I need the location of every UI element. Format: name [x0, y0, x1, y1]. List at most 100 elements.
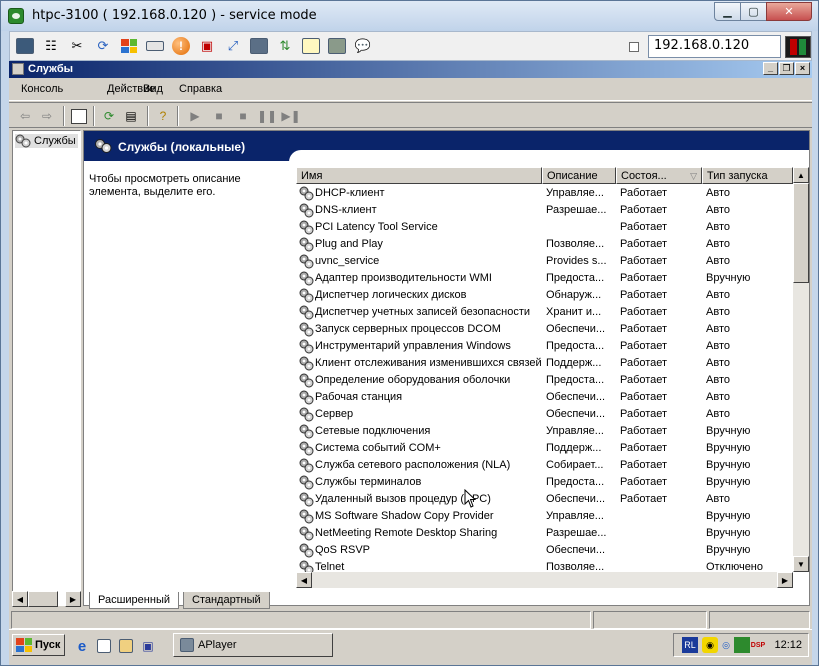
tools-icon[interactable]: ✂ — [66, 36, 88, 56]
service-row[interactable]: Система событий COM+ Поддерж... Работает Вр… — [296, 440, 793, 457]
service-name: Сетевые подключения — [315, 425, 431, 437]
service-name: Сервер — [315, 408, 354, 420]
service-row[interactable]: Инструментарий управления Windows Предост… — [296, 338, 793, 355]
service-row[interactable]: Plug and Play Позволяе... Работает Авто — [296, 236, 793, 253]
service-row[interactable]: MS Software Shadow Copy Provider Управляе… — [296, 508, 793, 525]
menu-console[interactable]: Консоль — [21, 83, 63, 95]
horizontal-scrollbar[interactable]: ◀ ▶ — [296, 572, 793, 588]
export-list-icon[interactable]: ▤ — [123, 108, 139, 124]
menu-view[interactable]: Вид — [143, 83, 163, 95]
column-header-startup[interactable]: Тип запуска — [702, 167, 793, 184]
fullscreen-icon[interactable]: ⤢ — [222, 36, 244, 56]
keyboard-icon[interactable] — [144, 36, 166, 56]
mmc-close-button[interactable]: × — [795, 62, 810, 75]
stop-service-icon[interactable]: ■ — [235, 108, 251, 124]
tree-pane[interactable]: Службы — [12, 130, 81, 606]
tree-item-services[interactable]: Службы — [15, 134, 78, 148]
scroll-left-icon[interactable]: ◀ — [296, 572, 312, 588]
pause-service-icon[interactable]: ❚❚ — [257, 108, 277, 124]
scroll-thumb[interactable] — [28, 591, 58, 607]
service-gear-icon — [299, 492, 314, 507]
service-row[interactable]: Удаленный вызов процедур (RPC) Обеспечи..… — [296, 491, 793, 508]
service-status: Работает — [620, 357, 668, 369]
service-name: Определение оборудования оболочки — [315, 374, 511, 386]
service-row[interactable]: uvnc_service Provides s... Работает Авто — [296, 253, 793, 270]
start-button[interactable]: Пуск — [12, 634, 65, 656]
volume-icon[interactable]: ◉ — [702, 637, 718, 653]
monitor-icon[interactable] — [14, 36, 36, 56]
scroll-thumb[interactable] — [793, 183, 809, 283]
remote-desktop[interactable]: Службы _ ❐ × Консоль Действие Вид Справк… — [9, 61, 812, 665]
show-tree-icon[interactable] — [71, 108, 87, 124]
floppy-save-icon[interactable]: ▣ — [139, 637, 157, 655]
scroll-left-icon[interactable]: ◀ — [12, 591, 28, 607]
notepad-icon[interactable] — [95, 637, 113, 655]
column-header-name[interactable]: Имя — [296, 167, 542, 184]
windows-icon[interactable] — [118, 36, 140, 56]
monitor-tray-icon[interactable] — [734, 637, 750, 653]
service-row[interactable]: DHCP-клиент Управляе... Работает Авто — [296, 185, 793, 202]
vnc-titlebar[interactable]: htpc-3100 ( 192.168.0.120 ) - service mo… — [1, 1, 818, 31]
mmc-restore-button[interactable]: ❐ — [779, 62, 794, 75]
language-indicator[interactable]: RL — [682, 637, 698, 653]
minimize-button[interactable]: ▁ — [714, 2, 741, 21]
mmc-titlebar[interactable]: Службы _ ❐ × — [9, 61, 812, 78]
service-row[interactable]: Клиент отслеживания изменившихся связей П… — [296, 355, 793, 372]
stop-service-icon[interactable]: ■ — [211, 108, 227, 124]
vertical-scrollbar[interactable]: ▲ ▼ — [793, 167, 809, 572]
internet-explorer-icon[interactable]: e — [73, 637, 91, 655]
service-row[interactable]: PCI Latency Tool Service Работает Авто — [296, 219, 793, 236]
mmc-window-controls: _ ❐ × — [763, 62, 810, 75]
transfer-icon[interactable]: ⇅ — [274, 36, 296, 56]
refresh-icon[interactable]: ⟳ — [92, 36, 114, 56]
scroll-up-icon[interactable]: ▲ — [793, 167, 809, 183]
host-checkbox[interactable] — [629, 42, 639, 52]
service-name: Инструментарий управления Windows — [315, 340, 511, 352]
service-row[interactable]: Запуск серверных процессов DCOM Обеспечи.… — [296, 321, 793, 338]
tab-extended[interactable]: Расширенный — [89, 592, 179, 609]
menu-help[interactable]: Справка — [179, 83, 222, 95]
service-row[interactable]: Службы терминалов Предоста... Работает Вруч… — [296, 474, 793, 491]
service-row[interactable]: Определение оборудования оболочки Предост… — [296, 372, 793, 389]
column-header-description[interactable]: Описание — [542, 167, 616, 184]
service-row[interactable]: Диспетчер учетных записей безопасности Хр… — [296, 304, 793, 321]
zoom-icon[interactable] — [326, 36, 348, 56]
service-row[interactable]: Сетевые подключения Управляе... Работает Вр… — [296, 423, 793, 440]
column-header-status[interactable]: Состоя... ▽ — [616, 167, 702, 184]
show-desktop-icon[interactable] — [117, 637, 135, 655]
service-row[interactable]: DNS-клиент Разрешае... Работает Авто — [296, 202, 793, 219]
service-row[interactable]: NetMeeting Remote Desktop Sharing Разреша… — [296, 525, 793, 542]
refresh-list-icon[interactable]: ⟳ — [101, 108, 117, 124]
help-icon[interactable]: ? — [155, 108, 171, 124]
scroll-right-icon[interactable]: ▶ — [65, 591, 81, 607]
tab-standard[interactable]: Стандартный — [183, 592, 270, 609]
service-row[interactable]: Рабочая станция Обеспечи... Работает Авто — [296, 389, 793, 406]
maximize-button[interactable]: ▢ — [740, 2, 767, 21]
hierarchy-icon[interactable]: ☷ — [40, 36, 62, 56]
note-icon[interactable] — [300, 36, 322, 56]
dsp-tray-icon[interactable]: DSP — [750, 637, 766, 653]
service-description: Разрешае... — [546, 527, 607, 539]
forward-arrow-icon[interactable]: ⇨ — [39, 108, 55, 124]
scroll-right-icon[interactable]: ▶ — [777, 572, 793, 588]
disconnect-icon[interactable]: ▣ — [196, 36, 218, 56]
service-row[interactable]: Адаптер производительности WMI Предоста..… — [296, 270, 793, 287]
mmc-minimize-button[interactable]: _ — [763, 62, 778, 75]
host-field[interactable]: 192.168.0.120 — [648, 35, 781, 58]
restart-service-icon[interactable]: ▶❚ — [281, 108, 300, 124]
taskbar-button-aplayer[interactable]: APlayer — [173, 633, 333, 657]
back-arrow-icon[interactable]: ⇦ — [17, 108, 33, 124]
alert-icon[interactable]: ! — [170, 36, 192, 56]
service-row[interactable]: QoS RSVP Обеспечи... Вручную — [296, 542, 793, 559]
start-service-icon[interactable]: ▶ — [187, 108, 203, 124]
aplayer-icon — [180, 638, 194, 652]
tree-horizontal-scrollbar[interactable]: ◀ ▶ — [12, 591, 81, 607]
chat-icon[interactable]: 💬 — [352, 36, 374, 56]
service-row[interactable]: Служба сетевого расположения (NLA) Собира… — [296, 457, 793, 474]
screen-icon[interactable] — [248, 36, 270, 56]
network-icon[interactable]: ◎ — [718, 637, 734, 653]
close-button[interactable]: ✕ — [766, 2, 812, 21]
scroll-down-icon[interactable]: ▼ — [793, 556, 809, 572]
service-row[interactable]: Диспетчер логических дисков Обнаруж... Раб… — [296, 287, 793, 304]
service-row[interactable]: Сервер Обеспечи... Работает Авто — [296, 406, 793, 423]
